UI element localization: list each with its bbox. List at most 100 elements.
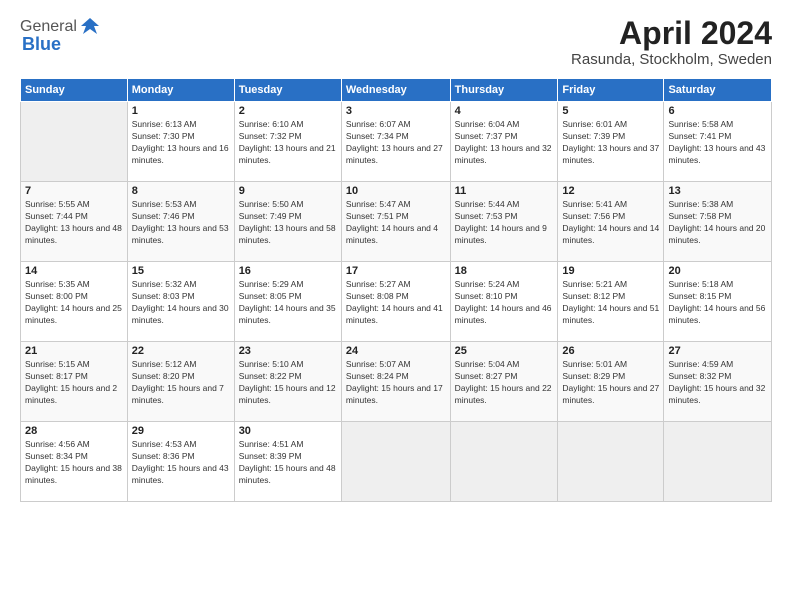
day-number: 26 [562,345,659,357]
day-number: 11 [455,185,554,197]
day-info: Sunrise: 4:53 AM Sunset: 8:36 PM Dayligh… [132,439,230,487]
day-number: 8 [132,185,230,197]
day-number: 13 [668,185,767,197]
header: General Blue April 2024 Rasunda, Stockho… [20,16,772,68]
calendar-cell: 24Sunrise: 5:07 AM Sunset: 8:24 PM Dayli… [341,342,450,422]
day-info: Sunrise: 5:32 AM Sunset: 8:03 PM Dayligh… [132,279,230,327]
day-info: Sunrise: 6:13 AM Sunset: 7:30 PM Dayligh… [132,119,230,167]
day-info: Sunrise: 6:04 AM Sunset: 7:37 PM Dayligh… [455,119,554,167]
day-number: 17 [346,265,446,277]
calendar-cell: 13 Sunrise: 5:38 AM Sunset: 7:58 PM Dayli… [664,182,772,262]
calendar-cell: 1 Sunrise: 6:13 AM Sunset: 7:30 PM Daylig… [127,102,234,182]
title-location: Rasunda, Stockholm, Sweden [571,51,772,68]
calendar-cell: 3 Sunrise: 6:07 AM Sunset: 7:34 PM Daylig… [341,102,450,182]
calendar-cell: 26 Sunrise: 5:01 AM Sunset: 8:29 PM Dayli… [558,342,664,422]
day-number: 21 [25,345,123,357]
day-number: 9 [239,185,337,197]
day-info: Sunrise: 5:29 AM Sunset: 8:05 PM Dayligh… [239,279,337,327]
day-number: 30 [239,425,337,437]
logo: General Blue [20,16,101,55]
calendar-cell: 8 Sunrise: 5:53 AM Sunset: 7:46 PM Daylig… [127,182,234,262]
day-info: Sunrise: 5:27 AM Sunset: 8:08 PM Dayligh… [346,279,446,327]
weekday-header-sunday: Sunday [21,79,128,102]
logo-bird-icon [79,16,101,38]
day-number: 10 [346,185,446,197]
day-info: Sunrise: 5:47 AM Sunset: 7:51 PM Dayligh… [346,199,446,247]
day-info: Sunrise: 5:12 AM Sunset: 8:20 PM Dayligh… [132,359,230,407]
title-block: April 2024 Rasunda, Stockholm, Sweden [571,16,772,68]
calendar-cell: 11 Sunrise: 5:44 AM Sunset: 7:53 PM Dayli… [450,182,558,262]
day-number: 19 [562,265,659,277]
day-info: Sunrise: 5:10 AM Sunset: 8:22 PM Dayligh… [239,359,337,407]
day-number: 7 [25,185,123,197]
day-number: 4 [455,105,554,117]
calendar-cell [450,422,558,502]
calendar-cell: 21 Sunrise: 5:15 AM Sunset: 8:17 PM Dayli… [21,342,128,422]
calendar-cell: 14 Sunrise: 5:35 AM Sunset: 8:00 PM Dayli… [21,262,128,342]
day-info: Sunrise: 5:18 AM Sunset: 8:15 PM Dayligh… [668,279,767,327]
day-number: 18 [455,265,554,277]
calendar-cell [21,102,128,182]
weekday-header-tuesday: Tuesday [234,79,341,102]
day-info: Sunrise: 6:10 AM Sunset: 7:32 PM Dayligh… [239,119,337,167]
calendar-cell: 12 Sunrise: 5:41 AM Sunset: 7:56 PM Dayli… [558,182,664,262]
calendar-cell [341,422,450,502]
weekday-header-saturday: Saturday [664,79,772,102]
day-number: 25 [455,345,554,357]
calendar-cell: 15Sunrise: 5:32 AM Sunset: 8:03 PM Dayli… [127,262,234,342]
day-info: Sunrise: 5:53 AM Sunset: 7:46 PM Dayligh… [132,199,230,247]
day-number: 16 [239,265,337,277]
calendar-cell: 28 Sunrise: 4:56 AM Sunset: 8:34 PM Dayli… [21,422,128,502]
day-info: Sunrise: 4:56 AM Sunset: 8:34 PM Dayligh… [25,439,123,487]
day-info: Sunrise: 5:01 AM Sunset: 8:29 PM Dayligh… [562,359,659,407]
week-row-5: 28 Sunrise: 4:56 AM Sunset: 8:34 PM Dayli… [21,422,772,502]
weekday-header-wednesday: Wednesday [341,79,450,102]
day-info: Sunrise: 5:44 AM Sunset: 7:53 PM Dayligh… [455,199,554,247]
calendar-cell: 16 Sunrise: 5:29 AM Sunset: 8:05 PM Dayli… [234,262,341,342]
day-info: Sunrise: 5:50 AM Sunset: 7:49 PM Dayligh… [239,199,337,247]
calendar-cell: 29Sunrise: 4:53 AM Sunset: 8:36 PM Dayli… [127,422,234,502]
page: General Blue April 2024 Rasunda, Stockho… [0,0,792,612]
day-info: Sunrise: 5:58 AM Sunset: 7:41 PM Dayligh… [668,119,767,167]
day-number: 28 [25,425,123,437]
day-info: Sunrise: 5:07 AM Sunset: 8:24 PM Dayligh… [346,359,446,407]
weekday-header-thursday: Thursday [450,79,558,102]
day-info: Sunrise: 6:01 AM Sunset: 7:39 PM Dayligh… [562,119,659,167]
week-row-1: 1 Sunrise: 6:13 AM Sunset: 7:30 PM Daylig… [21,102,772,182]
calendar-cell: 7Sunrise: 5:55 AM Sunset: 7:44 PM Daylig… [21,182,128,262]
calendar-cell: 2 Sunrise: 6:10 AM Sunset: 7:32 PM Daylig… [234,102,341,182]
calendar-cell: 10 Sunrise: 5:47 AM Sunset: 7:51 PM Dayli… [341,182,450,262]
calendar-cell: 9 Sunrise: 5:50 AM Sunset: 7:49 PM Daylig… [234,182,341,262]
calendar-cell: 6 Sunrise: 5:58 AM Sunset: 7:41 PM Daylig… [664,102,772,182]
day-info: Sunrise: 5:24 AM Sunset: 8:10 PM Dayligh… [455,279,554,327]
day-number: 2 [239,105,337,117]
week-row-3: 14 Sunrise: 5:35 AM Sunset: 8:00 PM Dayli… [21,262,772,342]
day-number: 1 [132,105,230,117]
calendar-cell: 20 Sunrise: 5:18 AM Sunset: 8:15 PM Dayli… [664,262,772,342]
calendar-cell: 23 Sunrise: 5:10 AM Sunset: 8:22 PM Dayli… [234,342,341,422]
day-number: 23 [239,345,337,357]
day-number: 27 [668,345,767,357]
day-info: Sunrise: 5:21 AM Sunset: 8:12 PM Dayligh… [562,279,659,327]
day-number: 20 [668,265,767,277]
day-info: Sunrise: 6:07 AM Sunset: 7:34 PM Dayligh… [346,119,446,167]
day-info: Sunrise: 5:41 AM Sunset: 7:56 PM Dayligh… [562,199,659,247]
day-info: Sunrise: 5:04 AM Sunset: 8:27 PM Dayligh… [455,359,554,407]
day-info: Sunrise: 5:35 AM Sunset: 8:00 PM Dayligh… [25,279,123,327]
week-row-2: 7Sunrise: 5:55 AM Sunset: 7:44 PM Daylig… [21,182,772,262]
calendar-cell: 25 Sunrise: 5:04 AM Sunset: 8:27 PM Dayli… [450,342,558,422]
calendar-cell [664,422,772,502]
day-number: 6 [668,105,767,117]
title-month: April 2024 [571,16,772,51]
day-info: Sunrise: 5:38 AM Sunset: 7:58 PM Dayligh… [668,199,767,247]
weekday-header-friday: Friday [558,79,664,102]
day-info: Sunrise: 4:51 AM Sunset: 8:39 PM Dayligh… [239,439,337,487]
calendar-cell: 27Sunrise: 4:59 AM Sunset: 8:32 PM Dayli… [664,342,772,422]
day-number: 12 [562,185,659,197]
day-number: 3 [346,105,446,117]
day-number: 5 [562,105,659,117]
logo-blue-text: Blue [22,34,61,55]
day-number: 14 [25,265,123,277]
day-info: Sunrise: 5:15 AM Sunset: 8:17 PM Dayligh… [25,359,123,407]
calendar-cell: 22Sunrise: 5:12 AM Sunset: 8:20 PM Dayli… [127,342,234,422]
